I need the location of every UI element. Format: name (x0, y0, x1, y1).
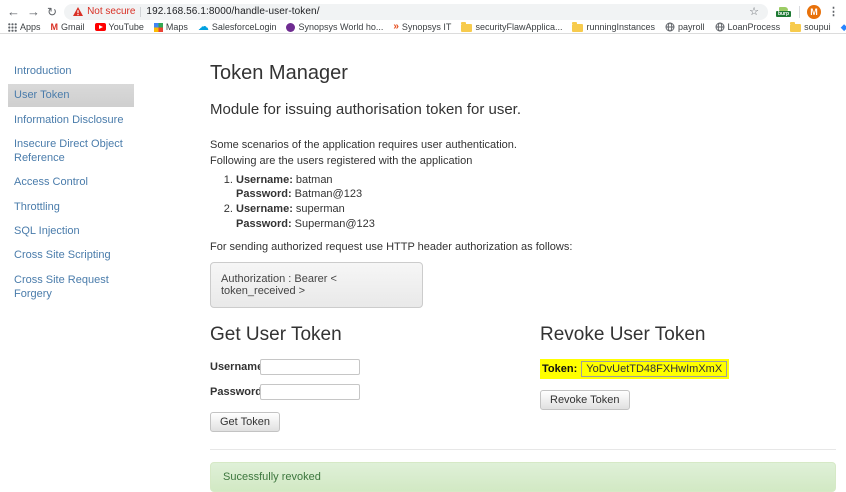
token-highlight: Token: YoDvUetTD48FXHwImXmX (540, 359, 729, 379)
username-input[interactable] (260, 359, 360, 375)
intro-line-1: Some scenarios of the application requir… (210, 138, 836, 154)
get-user-token-section: Get User Token Username: Password: Get T… (210, 324, 540, 432)
bookmark-sig-jira[interactable]: ◆ SIG Jira (841, 22, 846, 32)
not-secure-warning[interactable]: Not secure (73, 6, 135, 17)
apps-grid-icon (8, 23, 17, 32)
bookmark-youtube[interactable]: YouTube (95, 22, 144, 32)
menu-kebab-icon[interactable]: ⋮ (828, 5, 839, 18)
back-icon[interactable]: ← (7, 5, 20, 18)
get-user-token-title: Get User Token (210, 324, 540, 346)
bookmark-synopsys-world[interactable]: Synopsys World ho... (286, 22, 383, 32)
youtube-icon (95, 23, 106, 31)
jira-icon: ◆ (841, 23, 846, 32)
apps-shortcut[interactable]: Apps (8, 22, 41, 32)
toolbar-divider (799, 6, 800, 18)
password-label: Password: (236, 218, 292, 230)
page-subtitle: Module for issuing authorisation token f… (210, 101, 836, 118)
profile-avatar[interactable]: M (807, 5, 821, 19)
bookmark-soupui[interactable]: soupui (790, 22, 831, 32)
bookmark-star-icon[interactable]: ☆ (749, 5, 759, 18)
bookmark-securityflaw[interactable]: securityFlawApplica... (461, 22, 562, 32)
globe-icon (715, 22, 725, 32)
folder-icon (572, 24, 583, 32)
bookmark-gmail[interactable]: M Gmail (51, 22, 85, 32)
omnibox-divider (140, 7, 141, 17)
sidebar-item-insecure-direct-object-reference[interactable]: Insecure Direct Object Reference (8, 133, 134, 170)
bookmark-runninginstances[interactable]: runningInstances (572, 22, 655, 32)
password-value: Batman@123 (295, 188, 362, 200)
globe-icon (665, 22, 675, 32)
sidebar-item-access-control[interactable]: Access Control (8, 171, 134, 193)
synopsys-it-icon: » (393, 22, 399, 32)
apps-label: Apps (20, 22, 41, 32)
revoke-user-token-section: Revoke User Token Token: YoDvUetTD48FXHw… (540, 324, 836, 432)
browser-toolbar: ← → ↻ Not secure 192.168.56.1:8000/handl… (0, 0, 846, 21)
sidebar-nav: Introduction User Token Information Disc… (8, 60, 134, 307)
sidebar-item-information-disclosure[interactable]: Information Disclosure (8, 109, 134, 131)
token-value: YoDvUetTD48FXHwImXmX (581, 361, 727, 377)
security-label: Not secure (87, 6, 135, 17)
sidebar-item-cross-site-scripting[interactable]: Cross Site Scripting (8, 244, 134, 266)
synopsys-world-icon (286, 23, 295, 32)
username-label: Username: (236, 203, 293, 215)
section-divider (210, 449, 836, 450)
username-value: superman (296, 203, 345, 215)
auth-header-example: Authorization : Bearer < token_received … (210, 262, 423, 308)
folder-icon (790, 24, 801, 32)
password-label: Password: (236, 188, 292, 200)
username-label: Username: (236, 174, 293, 186)
auth-header-note: For sending authorized request use HTTP … (210, 241, 836, 253)
burp-extension-icon[interactable]: burp (775, 7, 792, 17)
password-input[interactable] (260, 384, 360, 400)
forward-icon[interactable]: → (27, 5, 40, 18)
burp-extension-art (779, 7, 788, 11)
sidebar-item-throttling[interactable]: Throttling (8, 196, 134, 218)
bookmark-loanprocess[interactable]: LoanProcess (715, 22, 781, 32)
browser-chrome: ← → ↻ Not secure 192.168.56.1:8000/handl… (0, 0, 846, 34)
username-field-label: Username: (210, 361, 260, 373)
revoke-token-button[interactable]: Revoke Token (540, 390, 630, 410)
burp-extension-label: burp (776, 11, 791, 17)
intro-line-2: Following are the users registered with … (210, 154, 836, 170)
username-value: batman (296, 174, 333, 186)
url-text: 192.168.56.1:8000/handle-user-token/ (146, 6, 319, 17)
warning-triangle-icon (73, 7, 83, 16)
list-item: Username:superman Password:Superman@123 (236, 202, 836, 231)
main-content: Token Manager Module for issuing authori… (210, 56, 836, 492)
page-title: Token Manager (210, 62, 836, 85)
bookmarks-bar: Apps M Gmail YouTube Maps ☁ SalesforceLo… (0, 21, 846, 33)
salesforce-cloud-icon: ☁ (198, 22, 209, 33)
success-alert: Sucessfully revoked (210, 462, 836, 492)
sidebar-item-sql-injection[interactable]: SQL Injection (8, 220, 134, 242)
maps-icon (154, 23, 163, 32)
reload-icon[interactable]: ↻ (47, 6, 57, 18)
password-field-label: Password: (210, 386, 260, 398)
get-token-button[interactable]: Get Token (210, 412, 280, 432)
sidebar-item-cross-site-request-forgery[interactable]: Cross Site Request Forgery (8, 269, 134, 306)
bookmark-synopsys-it[interactable]: » Synopsys IT (393, 22, 451, 32)
bookmark-maps[interactable]: Maps (154, 22, 188, 32)
sidebar-item-user-token[interactable]: User Token (8, 84, 134, 106)
token-label: Token: (542, 363, 577, 375)
registered-users-list: Username:batman Password:Batman@123 User… (236, 173, 836, 231)
bookmark-payroll[interactable]: payroll (665, 22, 705, 32)
sidebar-item-introduction[interactable]: Introduction (8, 60, 134, 82)
address-bar[interactable]: Not secure 192.168.56.1:8000/handle-user… (64, 4, 768, 20)
bookmark-salesforce[interactable]: ☁ SalesforceLogin (198, 22, 277, 33)
list-item: Username:batman Password:Batman@123 (236, 173, 836, 202)
password-value: Superman@123 (295, 218, 375, 230)
folder-icon (461, 24, 472, 32)
gmail-icon: M (51, 23, 59, 32)
revoke-user-token-title: Revoke User Token (540, 324, 836, 346)
